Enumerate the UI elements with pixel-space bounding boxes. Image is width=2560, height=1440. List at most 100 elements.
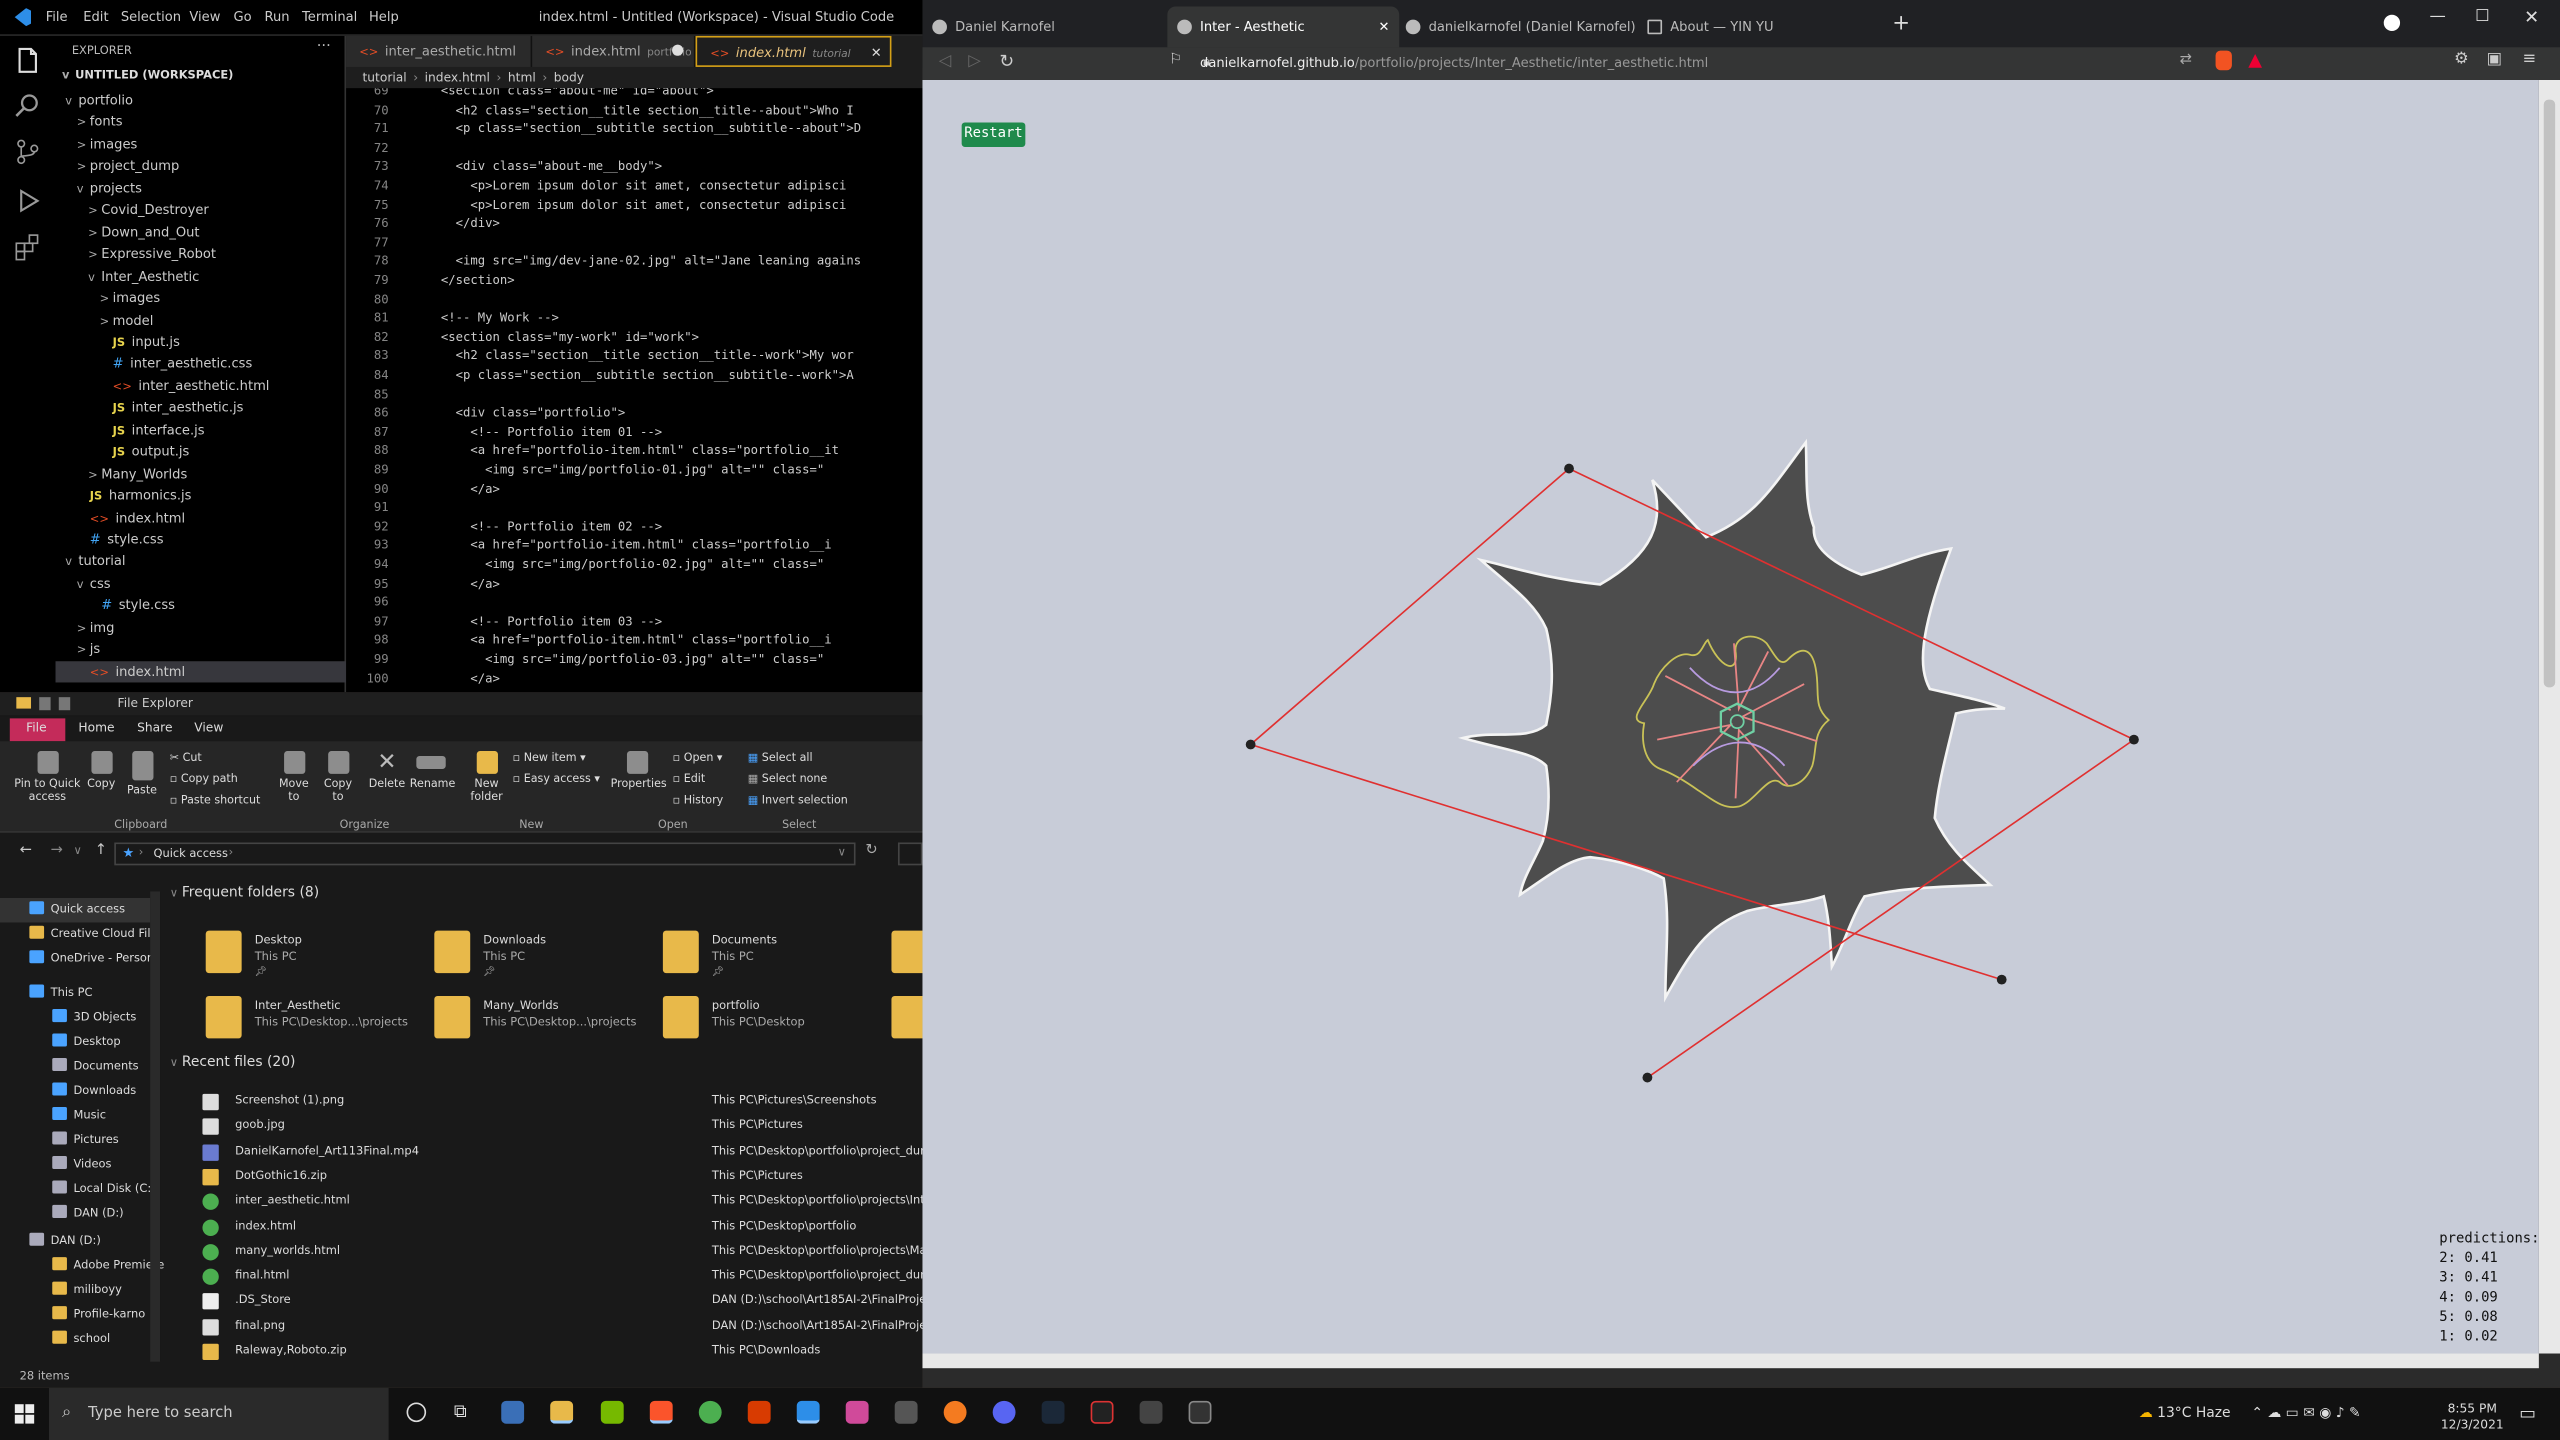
control-point[interactable]	[1564, 463, 1574, 474]
nav-item[interactable]: Pictures	[0, 1128, 150, 1152]
breadcrumb-item[interactable]: body	[554, 70, 584, 85]
task-view-icon[interactable]: ⧉	[454, 1401, 467, 1424]
control-point[interactable]	[1245, 739, 1256, 750]
pin-button[interactable]: Pin to Quick access	[13, 751, 82, 803]
close-icon[interactable]: ✕	[2524, 7, 2539, 28]
control-point[interactable]	[2129, 734, 2139, 745]
files-icon[interactable]	[13, 46, 42, 75]
cortana-icon[interactable]	[406, 1402, 427, 1423]
brave-rewards-icon[interactable]: ▲	[2248, 49, 2262, 70]
source-control-icon[interactable]	[13, 137, 42, 166]
page-scrollbar-vertical[interactable]	[2538, 80, 2560, 1354]
steam-icon[interactable]	[1041, 1400, 1065, 1424]
recent-file-row[interactable]: .DS_Store DAN (D:)\school\Art185AI-2\Fina…	[170, 1289, 926, 1313]
tools-icon[interactable]	[1139, 1400, 1163, 1424]
tree-item[interactable]: v css	[56, 573, 347, 594]
office-icon[interactable]	[747, 1400, 771, 1424]
code-line[interactable]: 69 <section class="about-me" id="about">	[346, 88, 922, 100]
code-line[interactable]: 77	[346, 233, 922, 252]
scroll-thumb[interactable]	[2543, 99, 2556, 688]
extensions-icon[interactable]: ⚙	[2454, 51, 2469, 69]
code-line[interactable]: 86 <div class="portfolio">	[346, 404, 922, 423]
copy-path-button[interactable]: ▫ Copy path	[170, 772, 238, 785]
file-explorer-icon[interactable]	[550, 1400, 574, 1424]
translate-icon[interactable]: ⇄	[2180, 52, 2192, 68]
nav-item[interactable]: Profile-karno	[0, 1303, 150, 1327]
nav-item[interactable]: This PC	[0, 981, 150, 1005]
tab-view[interactable]: View	[194, 720, 223, 735]
tree-item[interactable]: > Covid_Destroyer	[56, 200, 347, 221]
nav-scrollbar[interactable]	[150, 891, 161, 1362]
browser-tab[interactable]: Daniel Karnofel	[922, 7, 1167, 48]
code-line[interactable]: 95 </a>	[346, 574, 922, 593]
tree-item[interactable]: > img	[56, 617, 347, 638]
nav-item[interactable]: miliboyy	[0, 1278, 150, 1302]
tree-item[interactable]: JS output.js	[56, 441, 347, 462]
code-line[interactable]: 88 <a href="portfolio-item.html" class="…	[346, 441, 922, 460]
creative-cloud-icon[interactable]	[845, 1400, 869, 1424]
copy-button[interactable]: Copy	[85, 751, 118, 790]
breadcrumb-item[interactable]: html	[508, 70, 536, 85]
tree-item[interactable]: <> index.html	[56, 507, 347, 528]
menu-item-view[interactable]: View	[189, 10, 220, 25]
code-line[interactable]: 90 </a>	[346, 479, 922, 498]
extensions-icon[interactable]	[13, 232, 42, 261]
wallet-icon[interactable]: ▣	[2487, 51, 2502, 69]
tree-item[interactable]: <> index.html	[55, 660, 347, 682]
breadcrumb[interactable]: tutorial › index.html › html › body	[346, 69, 922, 89]
url-bar[interactable]: danielkarnofel.github.io/portfolio/proje…	[1200, 52, 2180, 75]
invert-selection-button[interactable]: ▦ Invert selection	[748, 793, 848, 806]
nav-item[interactable]: Desktop	[0, 1030, 150, 1054]
tree-item[interactable]: > images	[56, 287, 347, 308]
code-line[interactable]: 94 <img src="img/portfolio-02.jpg" alt="…	[346, 555, 922, 574]
chrome-icon[interactable]	[698, 1400, 722, 1424]
menu-item-selection[interactable]: Selection	[121, 10, 181, 25]
page-scrollbar-horizontal[interactable]	[922, 1353, 2539, 1369]
code-line[interactable]: 83 <h2 class="section__title section__ti…	[346, 347, 922, 366]
move-to-button[interactable]: Move to	[274, 751, 313, 803]
recent-file-row[interactable]: goob.jpg This PC\Pictures	[170, 1114, 923, 1138]
tree-item[interactable]: > Down_and_Out	[56, 222, 347, 243]
browser-tab[interactable]: danielkarnofel (Daniel Karnofel)	[1396, 7, 1638, 48]
terminal-icon[interactable]	[1188, 1400, 1212, 1424]
bookmark-icon[interactable]: ⚐	[1169, 52, 1182, 68]
delete-button[interactable]: ✕ Delete	[367, 751, 406, 790]
properties-qa-icon[interactable]	[39, 697, 51, 711]
tree-item[interactable]: JS interface.js	[56, 419, 347, 440]
browser-tab[interactable]: About — YIN YU	[1638, 7, 1876, 48]
code-editor[interactable]: 69 <section class="about-me" id="about">…	[346, 88, 923, 693]
menu-item-go[interactable]: Go	[233, 10, 251, 25]
store-icon[interactable]	[501, 1400, 525, 1424]
blender-icon[interactable]	[943, 1400, 967, 1424]
nav-item[interactable]: school	[0, 1327, 150, 1351]
taskbar-search[interactable]: ⌕ Type here to search	[48, 1387, 389, 1440]
menu-item-terminal[interactable]: Terminal	[302, 10, 357, 25]
workspace-title[interactable]: v UNTITLED (WORKSPACE)	[62, 69, 233, 82]
tree-item[interactable]: v Inter_Aesthetic	[56, 265, 347, 286]
code-line[interactable]: 87 <!-- Portfolio item 01 -->	[346, 423, 922, 442]
code-line[interactable]: 74 <p>Lorem ipsum dolor sit amet, consec…	[346, 176, 922, 195]
dropdown-icon[interactable]: ∨	[838, 846, 846, 859]
paste-shortcut-button[interactable]: ▫ Paste shortcut	[170, 793, 261, 806]
forward-icon[interactable]: →	[51, 842, 63, 858]
notifications-icon[interactable]: ▭	[2519, 1402, 2536, 1423]
tree-item[interactable]: v tutorial	[56, 551, 347, 572]
select-none-button[interactable]: ▦ Select none	[748, 772, 827, 785]
frequent-folder[interactable]: Downloads This PC 📌︎	[434, 930, 663, 987]
recent-file-row[interactable]: inter_aesthetic.html This PC\Desktop\port…	[170, 1189, 932, 1213]
code-line[interactable]: 93 <a href="portfolio-item.html" class="…	[346, 536, 922, 555]
nav-item[interactable]: OneDrive - Person	[0, 947, 154, 971]
tab-home[interactable]: Home	[78, 720, 114, 735]
search-icon[interactable]	[13, 91, 42, 120]
nav-item[interactable]: Quick access	[0, 897, 151, 923]
more-actions-icon[interactable]: ···	[317, 39, 331, 55]
nav-item[interactable]: Local Disk (C:)	[0, 1177, 156, 1201]
rename-button[interactable]: Rename	[410, 751, 455, 790]
windows-start-icon[interactable]	[14, 1404, 35, 1424]
tab-share[interactable]: Share	[137, 720, 172, 735]
code-line[interactable]: 99 <img src="img/portfolio-03.jpg" alt="…	[346, 650, 922, 669]
tab-file[interactable]: File	[26, 720, 47, 735]
frequent-folder[interactable]: portfolio This PC\Desktop	[662, 995, 892, 1052]
forward-icon[interactable]: ▷	[968, 52, 981, 70]
code-line[interactable]: 92 <!-- Portfolio item 02 -->	[346, 517, 922, 536]
